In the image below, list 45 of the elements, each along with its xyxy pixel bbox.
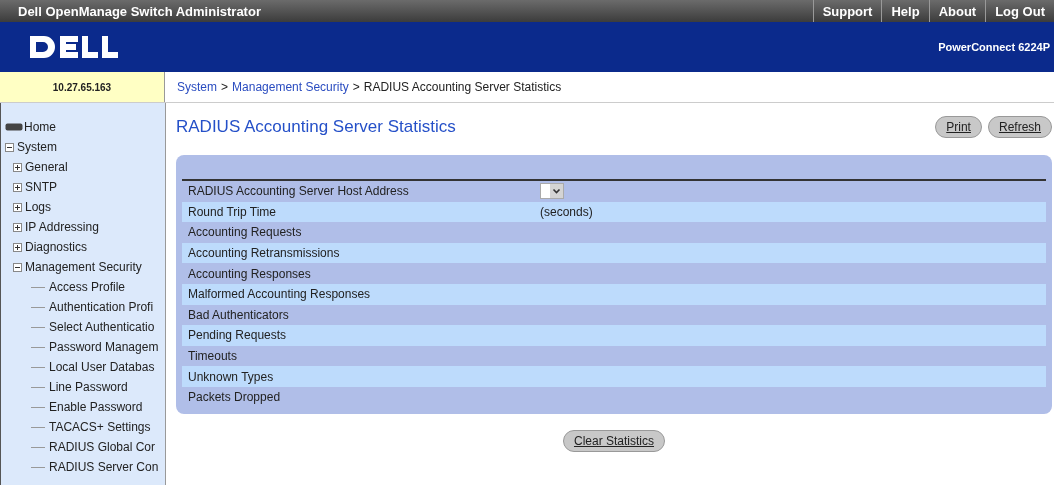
nav-item[interactable]: RADIUS Server Con: [49, 460, 159, 474]
caret-icon: [550, 184, 563, 199]
field-label: RADIUS Accounting Server Host Address: [188, 184, 410, 199]
ip-address: 10.27.65.163: [0, 72, 165, 102]
page-title: RADIUS Accounting Server Statistics: [176, 117, 456, 137]
field-label: Packets Dropped: [188, 390, 282, 405]
field-label: Accounting Requests: [188, 225, 303, 240]
nav-item[interactable]: IP Addressing: [25, 220, 99, 234]
breadcrumb-separator: >: [352, 80, 360, 94]
nav-item[interactable]: Select Authenticatio: [49, 320, 155, 334]
breadcrumb-link[interactable]: System: [177, 80, 217, 94]
nav-item[interactable]: General: [25, 160, 68, 174]
breadcrumb-link[interactable]: Management Security: [232, 80, 349, 94]
field-value: (seconds): [540, 204, 593, 219]
nav-item[interactable]: Access Profile: [49, 280, 126, 294]
breadcrumb-current: RADIUS Accounting Server Statistics: [363, 80, 562, 94]
app-title: Dell OpenManage Switch Administrator: [18, 3, 261, 19]
nav-item[interactable]: Home: [24, 120, 56, 134]
nav-item[interactable]: Management Security: [25, 260, 142, 274]
field-label: Unknown Types: [188, 369, 275, 384]
action-button[interactable]: Print: [935, 116, 982, 138]
field-label: Round Trip Time: [188, 204, 278, 219]
field-label: Bad Authenticators: [188, 307, 290, 322]
nav-item[interactable]: Authentication Profi: [49, 300, 154, 314]
action-button[interactable]: Refresh: [987, 116, 1052, 138]
nav-item[interactable]: Diagnostics: [25, 240, 88, 254]
nav-item[interactable]: Password Managem: [49, 340, 159, 354]
field-label: Accounting Responses: [188, 266, 312, 281]
drive-icon: [5, 123, 23, 131]
nav-item[interactable]: RADIUS Global Cor: [49, 440, 156, 454]
product-name: PowerConnect 6224P: [938, 41, 1050, 53]
field-label: Malformed Accounting Responses: [188, 287, 372, 302]
nav-item[interactable]: Line Password: [49, 380, 128, 394]
field-label: Accounting Retransmissions: [188, 246, 341, 261]
clear-statistics-button[interactable]: Clear Statistics: [563, 429, 665, 452]
breadcrumb-separator: >: [221, 80, 229, 94]
nav-item[interactable]: System: [17, 140, 57, 154]
nav-item[interactable]: Logs: [25, 200, 52, 214]
nav-item[interactable]: Enable Password: [49, 400, 143, 414]
nav-item[interactable]: TACACS+ Settings: [49, 420, 151, 434]
field-label: Timeouts: [188, 349, 238, 364]
nav-item[interactable]: Local User Databas: [49, 360, 155, 374]
nav-item[interactable]: SNTP: [25, 180, 57, 194]
server-dropdown[interactable]: [540, 183, 564, 200]
field-label: Pending Requests: [188, 328, 288, 343]
